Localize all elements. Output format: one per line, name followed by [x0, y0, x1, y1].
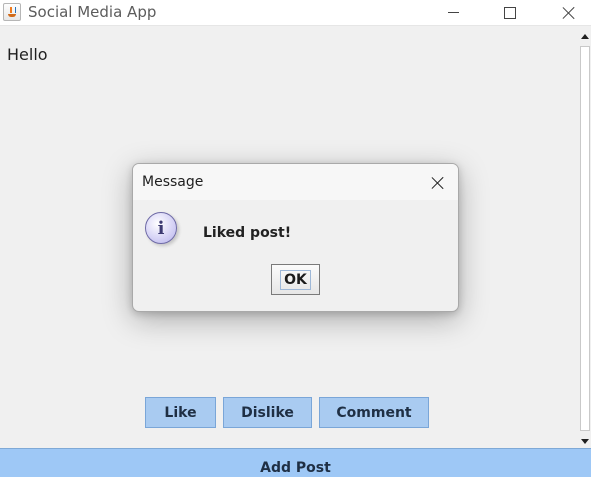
scroll-thumb[interactable] [580, 46, 590, 431]
dialog-title-bar: Message [133, 164, 458, 200]
vertical-scrollbar[interactable] [578, 30, 591, 448]
dialog-close-icon[interactable] [426, 171, 450, 195]
title-bar: Social Media App [0, 0, 591, 26]
window-title: Social Media App [28, 3, 157, 21]
minimize-button[interactable] [430, 0, 476, 25]
close-button[interactable] [546, 0, 591, 25]
scroll-down-arrow-icon[interactable] [578, 434, 591, 448]
ok-button[interactable]: OK [271, 264, 320, 295]
message-dialog: Message i Liked post! OK [132, 163, 459, 312]
dislike-button[interactable]: Dislike [223, 397, 312, 428]
info-icon: i [145, 212, 177, 244]
minimize-icon [447, 12, 459, 13]
ok-button-label: OK [280, 269, 311, 290]
maximize-button[interactable] [487, 0, 533, 25]
java-icon [3, 3, 21, 21]
comment-button[interactable]: Comment [319, 397, 429, 428]
dialog-message: Liked post! [203, 225, 292, 241]
scroll-up-arrow-icon[interactable] [578, 30, 591, 44]
add-post-button[interactable]: Add Post [0, 448, 591, 477]
app-window: Social Media App Hello Like Dislike Comm… [0, 0, 591, 477]
close-icon [562, 6, 576, 20]
dialog-title: Message [142, 174, 204, 190]
post-text: Hello [7, 45, 48, 64]
maximize-icon [504, 6, 516, 19]
like-button[interactable]: Like [145, 397, 216, 428]
